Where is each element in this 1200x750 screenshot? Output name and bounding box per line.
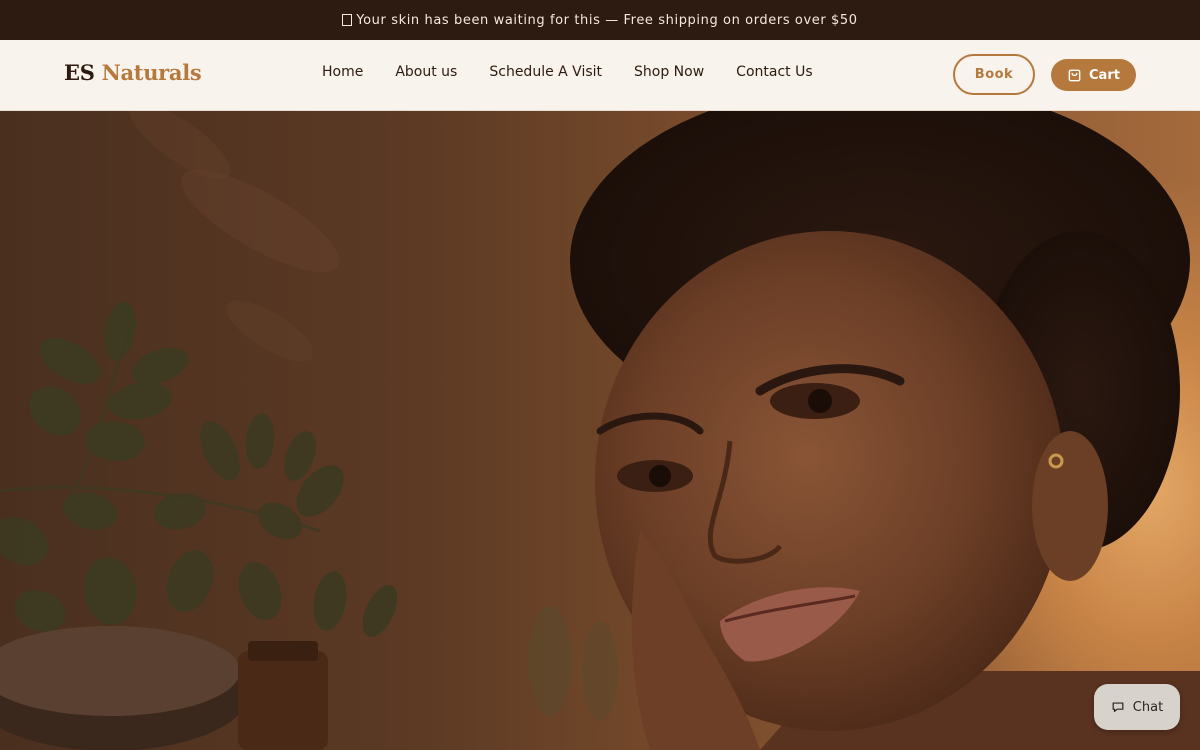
site-header: ES Naturals Home About us Schedule A Vis… bbox=[0, 40, 1200, 111]
chat-bubble-icon bbox=[1112, 702, 1124, 712]
logo[interactable]: ES Naturals bbox=[64, 60, 202, 85]
nav-contact-us[interactable]: Contact Us bbox=[736, 64, 812, 80]
sparkle-icon bbox=[342, 14, 353, 26]
nav-shop-now[interactable]: Shop Now bbox=[634, 64, 704, 80]
announcement-bar: Your skin has been waiting for this — Fr… bbox=[0, 0, 1200, 40]
cart-button[interactable]: Cart bbox=[1051, 59, 1136, 91]
hero-image bbox=[0, 111, 1200, 750]
shopping-bag-icon bbox=[1068, 69, 1081, 81]
nav-schedule-visit[interactable]: Schedule A Visit bbox=[489, 64, 602, 80]
book-button[interactable]: Book bbox=[953, 54, 1035, 95]
announcement-text: Your skin has been waiting for this — Fr… bbox=[356, 12, 858, 28]
cart-label: Cart bbox=[1089, 67, 1120, 83]
logo-part-es: ES bbox=[64, 60, 95, 85]
main-nav: Home About us Schedule A Visit Shop Now … bbox=[322, 64, 845, 80]
nav-home[interactable]: Home bbox=[322, 64, 363, 80]
logo-part-naturals: Naturals bbox=[101, 60, 202, 85]
hero-banner bbox=[0, 111, 1200, 750]
chat-button[interactable]: Chat bbox=[1094, 684, 1180, 730]
nav-about-us[interactable]: About us bbox=[395, 64, 457, 80]
chat-label: Chat bbox=[1132, 699, 1164, 715]
